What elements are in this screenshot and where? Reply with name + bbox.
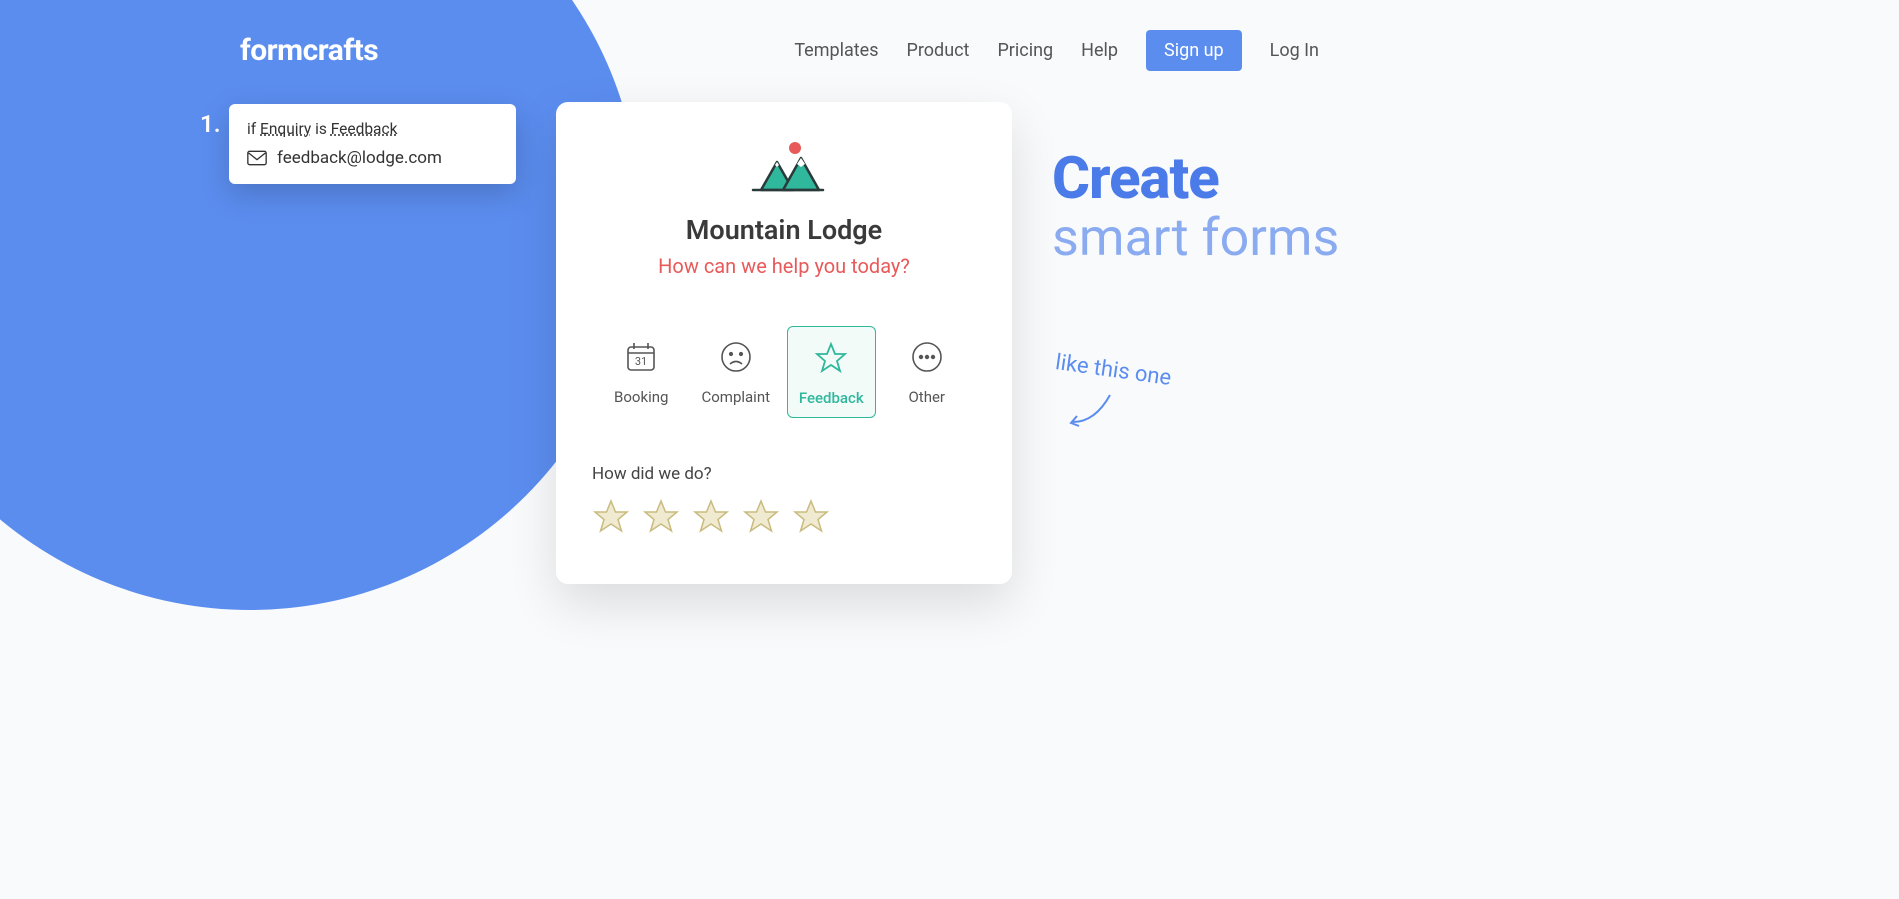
rule-email-value: feedback@lodge.com bbox=[277, 148, 442, 168]
nav-login[interactable]: Log In bbox=[1270, 40, 1319, 61]
nav-templates[interactable]: Templates bbox=[794, 40, 878, 61]
rating-star-3[interactable] bbox=[692, 498, 730, 540]
rating-star-4[interactable] bbox=[742, 498, 780, 540]
option-feedback-label: Feedback bbox=[799, 389, 864, 407]
rule-action: feedback@lodge.com bbox=[247, 148, 498, 168]
form-card: Mountain Lodge How can we help you today… bbox=[556, 102, 1012, 584]
frown-icon bbox=[719, 340, 753, 378]
decorative-circle bbox=[0, 0, 640, 610]
rule-condition: if Enquiry is Feedback bbox=[247, 120, 498, 138]
mountain-logo-icon bbox=[592, 140, 976, 196]
star-icon bbox=[814, 341, 848, 379]
option-complaint-label: Complaint bbox=[701, 388, 770, 406]
signup-button[interactable]: Sign up bbox=[1146, 30, 1242, 71]
nav-product[interactable]: Product bbox=[907, 40, 970, 61]
svg-text:31: 31 bbox=[635, 355, 647, 368]
hero-heading: Create smart forms bbox=[1052, 150, 1339, 264]
header: formcrafts Templates Product Pricing Hel… bbox=[0, 0, 1899, 71]
rating-star-5[interactable] bbox=[792, 498, 830, 540]
hero-line2: smart forms bbox=[1052, 212, 1339, 264]
ellipsis-icon bbox=[910, 340, 944, 378]
rating-star-2[interactable] bbox=[642, 498, 680, 540]
hero-line1: Create bbox=[1052, 150, 1339, 208]
nav-pricing[interactable]: Pricing bbox=[997, 40, 1053, 61]
option-other-label: Other bbox=[908, 388, 945, 406]
star-rating bbox=[592, 498, 976, 540]
hero-annotation: like this one bbox=[1054, 350, 1173, 391]
rule-is-text: is bbox=[315, 120, 327, 138]
option-feedback[interactable]: Feedback bbox=[787, 326, 876, 418]
rule-enquiry-field[interactable]: Enquiry bbox=[260, 120, 311, 138]
rule-card: if Enquiry is Feedback feedback@lodge.co… bbox=[229, 104, 516, 184]
rule-feedback-value[interactable]: Feedback bbox=[331, 120, 398, 138]
logo[interactable]: formcrafts bbox=[240, 33, 378, 68]
form-subtitle: How can we help you today? bbox=[592, 254, 976, 278]
option-booking[interactable]: 31 Booking bbox=[598, 326, 685, 418]
option-complaint[interactable]: Complaint bbox=[693, 326, 780, 418]
rating-question: How did we do? bbox=[592, 464, 976, 484]
calendar-icon: 31 bbox=[624, 340, 658, 378]
nav-help[interactable]: Help bbox=[1081, 40, 1118, 61]
mail-icon bbox=[247, 150, 267, 166]
enquiry-options: 31 Booking Complaint Feedba bbox=[592, 326, 976, 418]
option-other[interactable]: Other bbox=[884, 326, 971, 418]
rule-number: 1. bbox=[200, 110, 221, 138]
arrow-icon bbox=[1065, 392, 1115, 436]
option-booking-label: Booking bbox=[614, 388, 668, 406]
rule-if-text: if bbox=[247, 120, 256, 138]
rating-star-1[interactable] bbox=[592, 498, 630, 540]
form-title: Mountain Lodge bbox=[592, 214, 976, 246]
main-nav: Templates Product Pricing Help Sign up L… bbox=[794, 30, 1839, 71]
